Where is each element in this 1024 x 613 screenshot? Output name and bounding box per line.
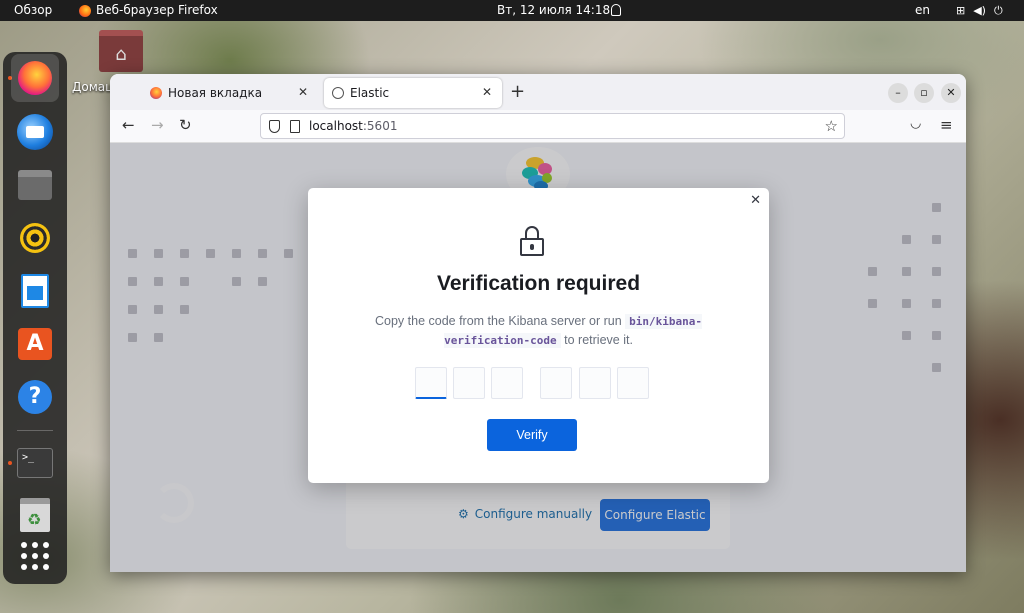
- desc-text-before: Copy the code from the Kibana server or …: [375, 314, 626, 328]
- url-bar[interactable]: localhost:5601 ☆: [260, 113, 845, 139]
- running-indicator: [8, 461, 12, 465]
- forward-arrow-icon[interactable]: →: [151, 116, 164, 134]
- code-digit-input[interactable]: [491, 367, 523, 399]
- verify-button[interactable]: Verify: [487, 419, 577, 451]
- system-tray[interactable]: ⊞ ◀) ⏻: [956, 0, 1003, 21]
- tab-label: Новая вкладка: [168, 86, 263, 100]
- notification-bell-icon[interactable]: [611, 4, 621, 16]
- software-store-icon: A: [18, 328, 52, 360]
- code-digit-input[interactable]: [540, 367, 572, 399]
- dock-firefox[interactable]: [11, 54, 59, 102]
- dock-thunderbird[interactable]: [15, 112, 55, 152]
- code-digit-input[interactable]: [579, 367, 611, 399]
- network-icon: ⊞: [956, 4, 966, 17]
- url-port: :5601: [362, 119, 398, 133]
- dock-software[interactable]: A: [15, 324, 55, 364]
- terminal-icon: >_: [17, 448, 53, 478]
- maximize-button[interactable]: ▫: [914, 83, 934, 103]
- app-grid-icon: [21, 542, 49, 570]
- dock-help[interactable]: ?: [15, 377, 55, 417]
- menu-hamburger-icon[interactable]: ≡: [940, 116, 953, 134]
- thunderbird-icon: [17, 114, 53, 150]
- dock-app-grid[interactable]: [15, 536, 55, 576]
- help-icon: ?: [18, 380, 52, 414]
- elastic-favicon-icon: [332, 87, 344, 99]
- files-icon: [18, 170, 52, 200]
- power-icon: ⏻: [993, 4, 1003, 17]
- dock-separator: [17, 430, 53, 431]
- dock-files[interactable]: [15, 165, 55, 205]
- firefox-icon: [150, 87, 162, 99]
- reload-icon[interactable]: ↻: [179, 116, 192, 134]
- url-host: localhost: [309, 119, 363, 133]
- tab-bar: Новая вкладка ✕ Elastic ✕ + – ▫ ✕: [110, 74, 966, 110]
- home-folder-icon[interactable]: ⌂: [99, 30, 143, 72]
- page-content: ⚙ Configure manually Configure Elastic ✕…: [110, 143, 966, 572]
- tracking-shield-icon[interactable]: [269, 120, 280, 133]
- activities-button[interactable]: Обзор: [14, 0, 52, 21]
- pocket-icon[interactable]: ◡: [910, 116, 921, 131]
- volume-icon: ◀): [973, 4, 986, 17]
- tab-elastic[interactable]: Elastic ✕: [324, 78, 502, 108]
- verification-modal: ✕ Verification required Copy the code fr…: [308, 188, 769, 483]
- minimize-button[interactable]: –: [888, 83, 908, 103]
- dock-terminal[interactable]: >_: [15, 443, 55, 483]
- close-icon[interactable]: ✕: [482, 85, 492, 99]
- dock-trash[interactable]: [15, 495, 55, 535]
- code-digit-input[interactable]: [453, 367, 485, 399]
- firefox-icon: [79, 4, 91, 17]
- clock[interactable]: Вт, 12 июля 14:18: [497, 0, 610, 21]
- keyboard-layout-indicator[interactable]: en: [915, 0, 930, 21]
- url-text: localhost:5601: [309, 114, 397, 138]
- back-arrow-icon[interactable]: ←: [122, 116, 135, 134]
- desc-text-after: to retrieve it.: [560, 333, 633, 347]
- dock: A ? >_: [3, 52, 67, 584]
- close-window-button[interactable]: ✕: [941, 83, 961, 103]
- modal-title: Verification required: [436, 272, 641, 295]
- tab-new-tab[interactable]: Новая вкладка ✕: [142, 78, 318, 108]
- close-icon[interactable]: ✕: [298, 85, 308, 99]
- page-info-icon[interactable]: [290, 120, 300, 133]
- code-digit-input[interactable]: [617, 367, 649, 399]
- modal-description: Copy the code from the Kibana server or …: [348, 312, 729, 350]
- firefox-icon: [18, 61, 52, 95]
- bookmark-star-icon[interactable]: ☆: [825, 114, 838, 138]
- tab-label: Elastic: [350, 86, 390, 100]
- dock-writer[interactable]: [15, 271, 55, 311]
- close-icon[interactable]: ✕: [750, 193, 761, 208]
- verification-code-inputs: [415, 367, 655, 399]
- focused-app-menu[interactable]: Веб-браузер Firefox: [79, 0, 218, 21]
- rhythmbox-icon: [20, 223, 50, 253]
- dock-rhythmbox[interactable]: [15, 218, 55, 258]
- top-bar: Обзор Веб-браузер Firefox Вт, 12 июля 14…: [0, 0, 1024, 21]
- focused-app-label: Веб-браузер Firefox: [96, 3, 218, 17]
- trash-icon: [20, 498, 50, 532]
- writer-icon: [21, 274, 49, 308]
- lock-icon: [520, 226, 544, 256]
- browser-window: Новая вкладка ✕ Elastic ✕ + – ▫ ✕ ← → ↻ …: [110, 74, 966, 572]
- nav-bar: ← → ↻ localhost:5601 ☆ ◡ ≡: [110, 110, 966, 143]
- code-digit-input[interactable]: [415, 367, 447, 399]
- new-tab-plus-icon[interactable]: +: [510, 81, 525, 102]
